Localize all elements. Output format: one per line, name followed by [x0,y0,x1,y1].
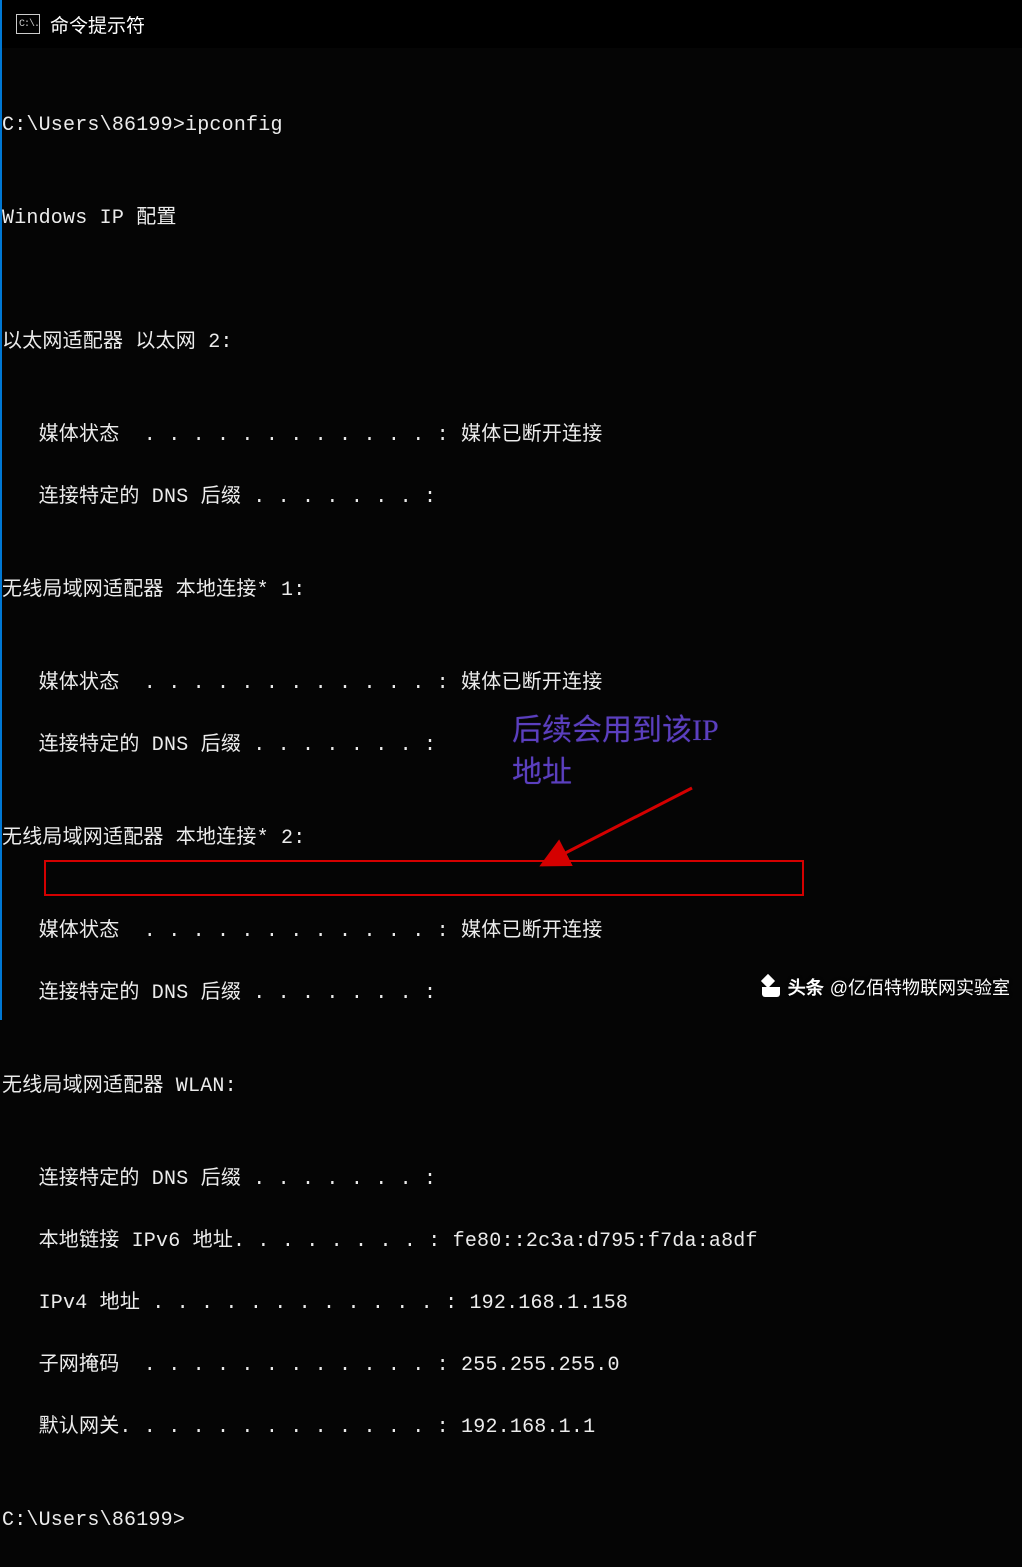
subnet-mask: 子网掩码 . . . . . . . . . . . . : 255.255.2… [2,1350,1022,1381]
prompt-line: C:\Users\86199> [2,1505,1022,1536]
watermark-prefix: 头条 [788,974,824,1000]
window-titlebar: C:\. 命令提示符 [2,0,1022,48]
media-state: 媒体状态 . . . . . . . . . . . . : 媒体已断开连接 [2,420,1022,451]
terminal-output[interactable]: C:\Users\86199>ipconfig Windows IP 配置 以太… [2,48,1022,1567]
dns-suffix: 连接特定的 DNS 后缀 . . . . . . . : [2,730,1022,761]
ip-header: Windows IP 配置 [2,203,1022,234]
adapter-title: 无线局域网适配器 本地连接* 2: [2,823,1022,854]
dns-suffix: 连接特定的 DNS 后缀 . . . . . . . : [2,1164,1022,1195]
cmd-icon: C:\. [16,14,40,34]
adapter-title: 无线局域网适配器 WLAN: [2,1071,1022,1102]
prompt-line: C:\Users\86199>ipconfig [2,110,1022,141]
watermark-text: @亿佰特物联网实验室 [830,974,1010,1000]
watermark: 头条 @亿佰特物联网实验室 [760,974,1010,1000]
default-gateway: 默认网关. . . . . . . . . . . . . : 192.168.… [2,1412,1022,1443]
media-state: 媒体状态 . . . . . . . . . . . . : 媒体已断开连接 [2,916,1022,947]
ipv4-address: IPv4 地址 . . . . . . . . . . . . : 192.16… [2,1288,1022,1319]
adapter-title: 以太网适配器 以太网 2: [2,327,1022,358]
dns-suffix: 连接特定的 DNS 后缀 . . . . . . . : [2,482,1022,513]
media-state: 媒体状态 . . . . . . . . . . . . : 媒体已断开连接 [2,668,1022,699]
window-title: 命令提示符 [50,11,145,38]
ipv6-address: 本地链接 IPv6 地址. . . . . . . . : fe80::2c3a… [2,1226,1022,1257]
toutiao-icon [760,976,782,998]
adapter-title: 无线局域网适配器 本地连接* 1: [2,575,1022,606]
